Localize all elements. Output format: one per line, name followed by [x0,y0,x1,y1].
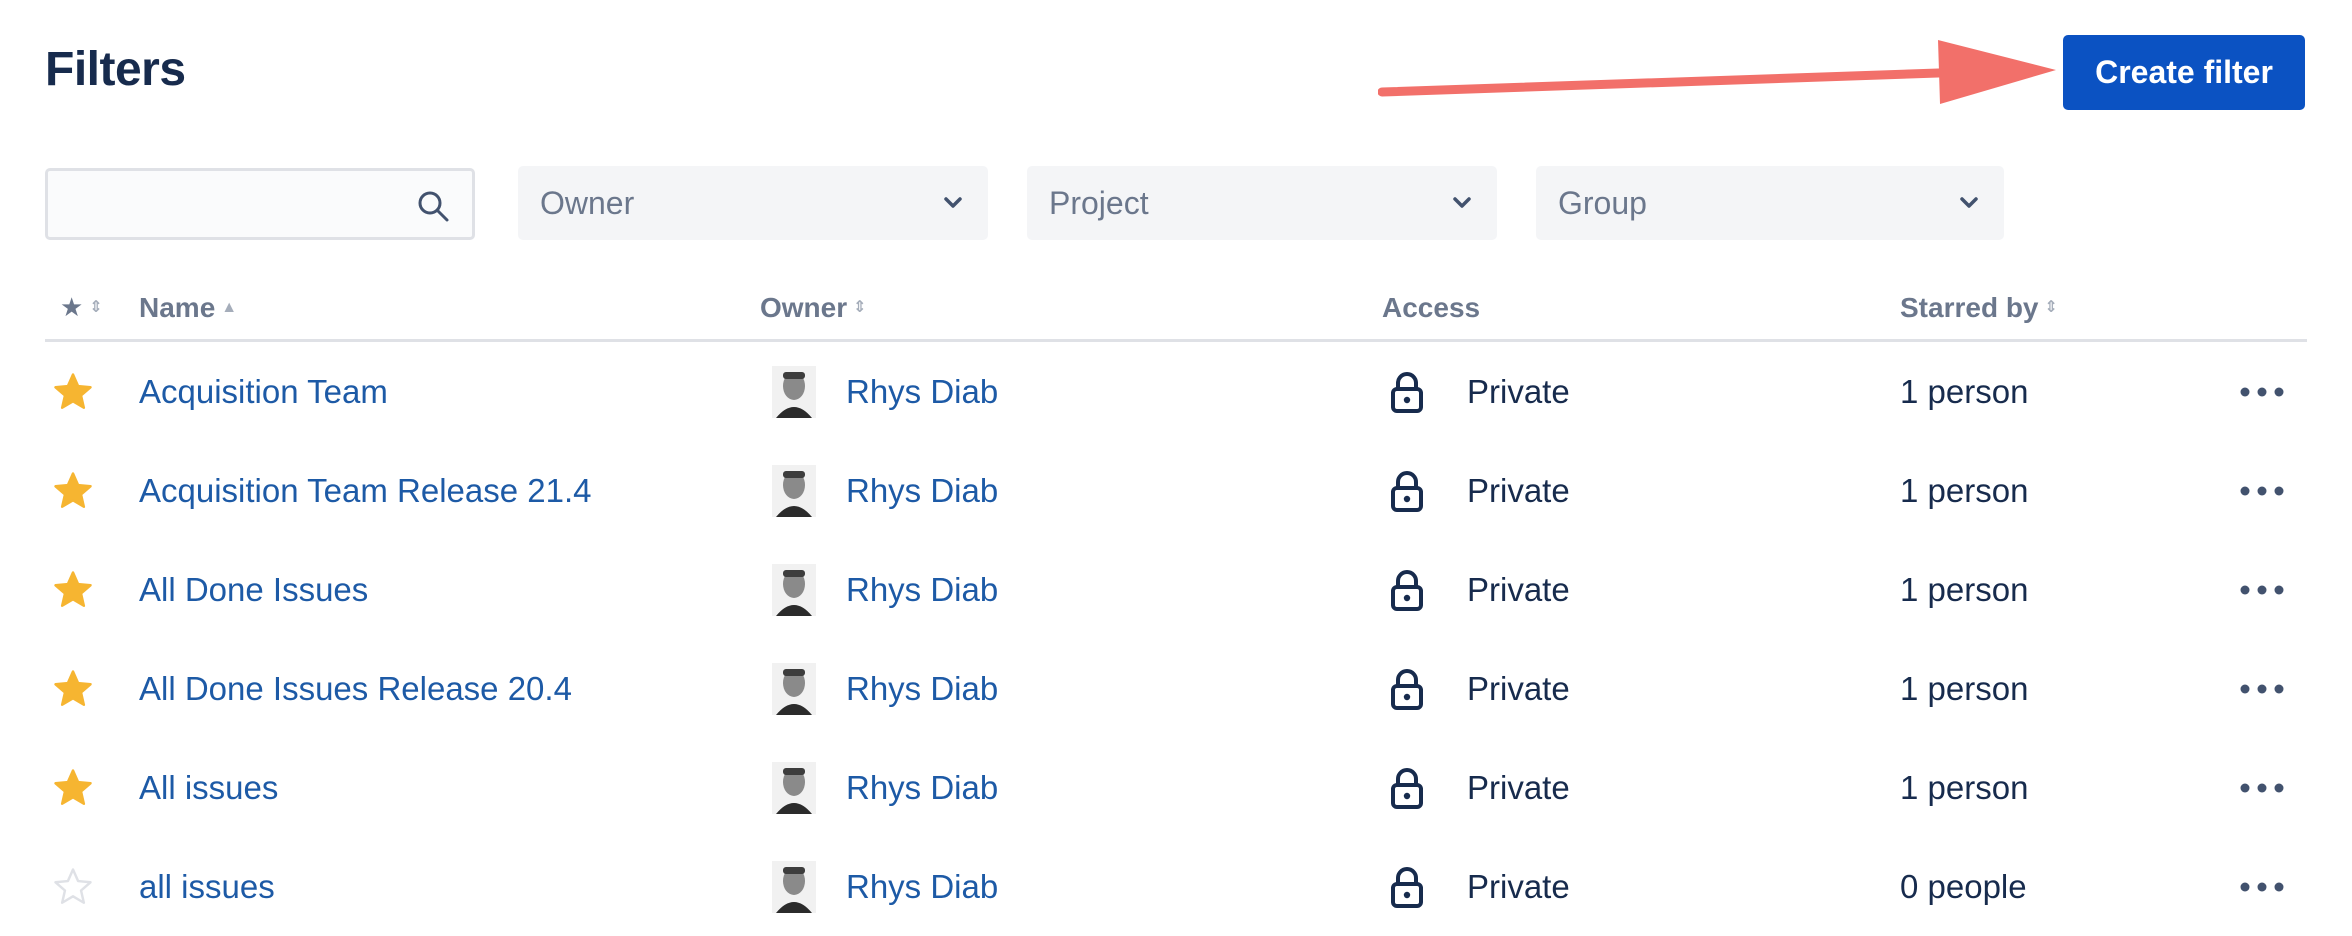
owner-dropdown[interactable]: Owner [518,166,988,240]
filter-name-link[interactable]: Acquisition Team Release 21.4 [139,441,592,540]
lock-icon [1390,342,1430,441]
column-header-starred-by[interactable]: Starred by ⇕ [1900,292,2058,324]
star-toggle[interactable] [52,639,94,738]
star-icon [54,768,92,805]
starred-by-header-label: Starred by [1900,292,2039,323]
avatar [772,540,816,639]
access-label: Private [1467,669,1570,707]
owner-link[interactable]: Rhys Diab [846,342,998,441]
avatar [772,342,816,441]
avatar [772,738,816,837]
filter-name-link[interactable]: All Done Issues Release 20.4 [139,639,572,738]
column-header-access: Access [1382,292,1480,324]
project-dropdown-label: Project [1049,184,1149,221]
starred-by-count: 1 person [1900,570,2029,608]
lock-icon [1390,540,1430,639]
access-label: Private [1467,471,1570,509]
star-icon [54,570,92,607]
access-label: Private [1467,372,1570,410]
star-toggle[interactable] [52,837,94,936]
starred-by-count: 1 person [1900,471,2029,509]
access-header-label: Access [1382,292,1481,323]
filter-name-link[interactable]: All issues [139,738,278,837]
starred-by-count: 0 people [1900,867,2027,905]
sort-icon: ⇕ [853,299,867,316]
sort-icon: ⇕ [89,298,103,316]
table-row: all issues Rhys Diab Private 0 people [0,837,2352,936]
lock-icon [1390,738,1430,837]
more-actions-button[interactable] [2238,540,2286,639]
sort-ascending-icon: ▲ [221,299,238,316]
search-icon[interactable] [416,189,450,223]
column-header-owner[interactable]: Owner ⇕ [760,292,867,324]
owner-link[interactable]: Rhys Diab [846,639,998,738]
table-row: All Done Issues Release 20.4 Rhys Diab Pri… [0,639,2352,738]
star-icon [54,372,92,409]
more-actions-button[interactable] [2238,342,2286,441]
owner-link[interactable]: Rhys Diab [846,540,998,639]
avatar [772,441,816,540]
lock-icon [1390,441,1430,540]
page-title: Filters [45,43,186,96]
more-icon [2240,684,2284,693]
star-icon [54,669,92,706]
starred-by-count: 1 person [1900,372,2029,410]
lock-icon [1390,837,1430,936]
more-actions-button[interactable] [2238,837,2286,936]
star-header-icon: ★ [60,292,84,322]
group-dropdown[interactable]: Group [1536,166,2004,240]
create-filter-button[interactable]: Create filter [2063,35,2305,110]
more-actions-button[interactable] [2238,441,2286,540]
search-input[interactable] [48,171,408,237]
arrow-annotation [1378,40,2056,104]
more-icon [2240,783,2284,792]
access-label: Private [1467,570,1570,608]
sort-icon: ⇕ [2044,299,2058,316]
star-toggle[interactable] [52,738,94,837]
owner-link[interactable]: Rhys Diab [846,441,998,540]
group-dropdown-label: Group [1558,184,1647,221]
table-row: Acquisition Team Rhys Diab Private 1 person [0,342,2352,441]
owner-link[interactable]: Rhys Diab [846,738,998,837]
search-box [45,168,475,240]
more-icon [2240,882,2284,891]
chevron-down-icon [1960,197,1978,208]
more-icon [2240,387,2284,396]
access-label: Private [1467,768,1570,806]
star-toggle[interactable] [52,540,94,639]
avatar [772,837,816,936]
owner-dropdown-label: Owner [540,184,635,221]
more-actions-button[interactable] [2238,639,2286,738]
project-dropdown[interactable]: Project [1027,166,1497,240]
table-row: Acquisition Team Release 21.4 Rhys Diab Pr… [0,441,2352,540]
star-toggle[interactable] [52,441,94,540]
access-label: Private [1467,867,1570,905]
column-header-star[interactable]: ★ ⇕ [60,292,103,323]
lock-icon [1390,639,1430,738]
column-header-name[interactable]: Name ▲ [139,292,237,324]
starred-by-count: 1 person [1900,768,2029,806]
filter-name-link[interactable]: all issues [139,837,275,936]
star-toggle[interactable] [52,342,94,441]
name-header-label: Name [139,292,216,323]
avatar [772,639,816,738]
table-row: All issues Rhys Diab Private 1 person [0,738,2352,837]
table-row: All Done Issues Rhys Diab Private 1 person [0,540,2352,639]
filter-name-link[interactable]: Acquisition Team [139,342,388,441]
owner-link[interactable]: Rhys Diab [846,837,998,936]
more-icon [2240,486,2284,495]
owner-header-label: Owner [760,292,848,323]
filter-name-link[interactable]: All Done Issues [139,540,368,639]
more-icon [2240,585,2284,594]
star-icon [54,867,92,904]
more-actions-button[interactable] [2238,738,2286,837]
chevron-down-icon [1453,197,1471,208]
chevron-down-icon [944,197,962,208]
star-icon [54,471,92,508]
starred-by-count: 1 person [1900,669,2029,707]
